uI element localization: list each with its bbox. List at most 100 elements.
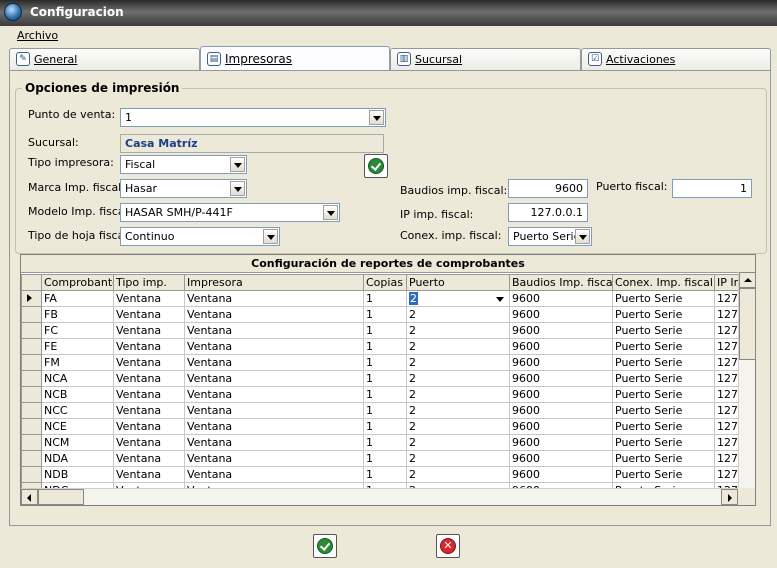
scroll-right-icon[interactable] [721,489,738,505]
ip-field[interactable]: 127.0.0.1 [508,203,588,222]
table-cell[interactable]: 2 [406,386,510,403]
grid-horizontal-scrollbar[interactable] [21,488,738,505]
row-indicator[interactable] [21,338,42,355]
modelo-select[interactable]: HASAR SMH/P-441F [120,203,340,222]
table-cell[interactable]: Puerto Serie [612,418,715,435]
table-cell[interactable]: 2 [406,402,510,419]
tipo-impresora-select[interactable]: Fiscal [120,155,247,174]
table-cell[interactable]: Ventana [113,322,185,339]
table-row[interactable]: NDA Ventana Ventana 1 2 9600 Puerto Serie 127. [21,450,742,467]
row-indicator[interactable] [21,434,42,451]
row-indicator[interactable] [21,402,42,419]
table-row[interactable]: FC Ventana Ventana 1 2 9600 Puerto Serie 127. [21,322,742,339]
table-cell[interactable]: Ventana [184,386,364,403]
tab-general[interactable]: ✎ General [9,48,200,70]
column-header[interactable]: Comprobante [41,274,114,291]
table-cell[interactable]: FC [41,322,114,339]
table-cell[interactable]: NDA [41,450,114,467]
table-cell[interactable]: 1 [363,322,407,339]
table-cell[interactable]: FA [41,290,114,307]
table-cell[interactable]: 2 [406,322,510,339]
table-cell[interactable]: 1 [363,434,407,451]
table-cell[interactable]: 1 [363,402,407,419]
baudios-field[interactable]: 9600 [508,179,588,198]
table-cell[interactable]: NCB [41,386,114,403]
row-indicator[interactable] [21,450,42,467]
cancel-button[interactable]: ✕ [436,534,460,558]
table-cell[interactable]: Ventana [184,418,364,435]
table-cell[interactable]: 1 [363,418,407,435]
table-cell[interactable]: 2 [406,370,510,387]
column-header[interactable]: Conex. Imp. fiscal [612,274,715,291]
table-cell[interactable]: NCM [41,434,114,451]
grid-vertical-scrollbar[interactable] [738,272,756,488]
table-row[interactable]: FA Ventana Ventana 1 2 9600 Puerto Serie 127. [21,290,742,307]
table-cell[interactable]: Ventana [184,354,364,371]
table-cell[interactable]: Ventana [113,418,185,435]
table-cell[interactable]: 9600 [509,450,613,467]
table-cell[interactable]: Puerto Serie [612,434,715,451]
column-header[interactable]: Tipo imp. [113,274,185,291]
table-cell[interactable]: 1 [363,290,407,307]
table-cell[interactable]: Ventana [113,370,185,387]
table-cell[interactable]: Puerto Serie [612,322,715,339]
table-row[interactable]: NCB Ventana Ventana 1 2 9600 Puerto Serie 127. [21,386,742,403]
table-cell[interactable]: 9600 [509,402,613,419]
table-cell[interactable]: 2 [406,338,510,355]
marca-select[interactable]: Hasar [120,179,247,198]
table-cell[interactable]: Puerto Serie [612,402,715,419]
chevron-down-icon[interactable] [230,181,245,196]
table-cell[interactable]: 1 [363,306,407,323]
table-row[interactable]: NCM Ventana Ventana 1 2 9600 Puerto Serie 127. [21,434,742,451]
table-cell[interactable]: Ventana [184,306,364,323]
table-cell[interactable]: 1 [363,466,407,483]
table-row[interactable]: NCA Ventana Ventana 1 2 9600 Puerto Serie 127. [21,370,742,387]
chevron-down-icon[interactable] [230,157,245,172]
tipo-hoja-select[interactable]: Continuo [120,227,280,246]
table-cell[interactable]: 9600 [509,434,613,451]
table-cell[interactable]: Ventana [113,306,185,323]
table-cell[interactable]: Ventana [184,322,364,339]
column-header[interactable]: Puerto [406,274,510,291]
table-row[interactable]: NDB Ventana Ventana 1 2 9600 Puerto Serie 127. [21,466,742,483]
table-row[interactable]: FM Ventana Ventana 1 2 9600 Puerto Serie 127. [21,354,742,371]
table-cell[interactable]: Ventana [184,434,364,451]
table-row[interactable]: NCE Ventana Ventana 1 2 9600 Puerto Serie 127. [21,418,742,435]
row-indicator[interactable] [21,386,42,403]
table-cell[interactable]: Puerto Serie [612,290,715,307]
chevron-down-icon[interactable] [323,205,338,220]
row-indicator[interactable] [21,370,42,387]
row-indicator[interactable] [21,466,42,483]
table-cell[interactable]: Ventana [184,290,364,307]
table-cell[interactable]: NCC [41,402,114,419]
chevron-down-icon[interactable] [493,292,508,306]
table-cell[interactable]: Ventana [184,370,364,387]
chevron-down-icon[interactable] [575,229,590,244]
table-cell[interactable]: Puerto Serie [612,450,715,467]
table-cell[interactable]: 9600 [509,338,613,355]
table-cell[interactable]: 1 [363,370,407,387]
table-row[interactable]: NCC Ventana Ventana 1 2 9600 Puerto Serie 127. [21,402,742,419]
row-indicator[interactable] [21,290,42,307]
tab-sucursal[interactable]: ▥ Sucursal [390,48,581,70]
table-cell[interactable]: Ventana [113,450,185,467]
table-cell[interactable]: 9600 [509,322,613,339]
table-cell[interactable]: FE [41,338,114,355]
row-indicator[interactable] [21,306,42,323]
table-cell[interactable]: Ventana [113,434,185,451]
conex-select[interactable]: Puerto Serie [508,227,592,246]
table-cell[interactable]: Puerto Serie [612,386,715,403]
table-cell[interactable]: Ventana [113,386,185,403]
table-cell[interactable]: 9600 [509,370,613,387]
table-cell[interactable]: Ventana [113,338,185,355]
table-cell[interactable]: 2 [406,450,510,467]
table-cell[interactable]: 9600 [509,306,613,323]
table-cell[interactable]: Puerto Serie [612,338,715,355]
table-cell[interactable]: Puerto Serie [612,466,715,483]
scroll-up-icon[interactable] [739,272,756,288]
table-row[interactable]: FB Ventana Ventana 1 2 9600 Puerto Serie 127. [21,306,742,323]
table-cell[interactable]: 1 [363,386,407,403]
puerto-fiscal-field[interactable]: 1 [672,179,752,198]
table-cell[interactable]: Ventana [113,354,185,371]
table-cell[interactable]: 9600 [509,290,613,307]
